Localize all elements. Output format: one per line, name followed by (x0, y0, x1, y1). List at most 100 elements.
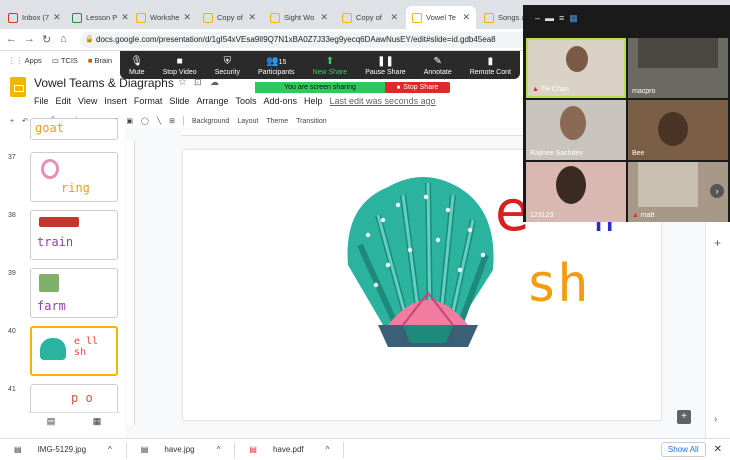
close-icon[interactable]: ✕ (248, 12, 256, 23)
close-icon[interactable]: ✕ (121, 12, 128, 23)
url-input[interactable]: 🔒 docs.google.com/presentation/d/1gI54xVE… (80, 32, 530, 48)
pdf-file-icon: ▤ (249, 445, 257, 454)
chevron-up-icon[interactable]: ^ (217, 445, 221, 454)
restore-icon[interactable]: ▬ (545, 13, 554, 29)
close-icon[interactable]: ✕ (320, 12, 328, 23)
participant-face (658, 112, 688, 146)
participants-button[interactable]: 👥15 Participants (258, 56, 295, 76)
google-slides-logo-icon[interactable] (10, 77, 26, 97)
file-image-icon: ▤ (14, 445, 22, 454)
downloads-bar: ▤ IMG-5129.jpg ^ ▤ have.jpg ^ ▤ have.pdf ^ Sho… (0, 438, 730, 460)
close-icon[interactable]: ✕ (714, 444, 722, 455)
shape-icon[interactable]: ◯ (141, 117, 149, 125)
slides-icon (484, 12, 494, 23)
add-icon[interactable]: + (714, 236, 721, 250)
mute-button[interactable]: 🎙 Mute (129, 56, 145, 76)
minimize-icon[interactable]: – (535, 13, 540, 29)
comment-icon[interactable]: ⊞ (169, 117, 175, 125)
stop-video-button[interactable]: ■ Stop Video (163, 56, 197, 76)
annotate-button[interactable]: ✎ Annotate (424, 56, 452, 76)
home-icon[interactable]: ⌂ (60, 33, 67, 45)
line-icon[interactable]: ╲ (157, 117, 161, 125)
explore-button[interactable]: + (677, 410, 691, 424)
transition-button[interactable]: Transition (296, 118, 326, 125)
gallery-controls: – ▬ ≡ ▦ (523, 5, 730, 37)
background-button[interactable]: Background (192, 118, 229, 125)
reload-icon[interactable]: ↻ (42, 33, 51, 46)
video-tile-macpro[interactable]: macpro (628, 38, 728, 98)
slide-thumb-40[interactable]: e ll sh (30, 326, 118, 376)
show-all-button[interactable]: Show All (660, 442, 706, 457)
slides-icon (270, 12, 280, 23)
view-switcher: ▤ ▦ (28, 412, 120, 430)
tab-sight-words[interactable]: Sight Wo ✕ (264, 6, 334, 29)
room-background (638, 38, 718, 68)
tab-copy-1[interactable]: Copy of ✕ (197, 6, 262, 29)
video-tile-bee[interactable]: Bee (628, 100, 728, 160)
close-icon[interactable]: ✕ (183, 12, 191, 23)
bookmark-apps[interactable]: ⋮⋮ Apps (8, 56, 42, 65)
last-edit-link[interactable]: Last edit was seconds ago (330, 96, 436, 106)
video-tile-matt[interactable]: ▲ matt › (628, 162, 728, 222)
close-icon[interactable]: ✕ (390, 12, 398, 23)
menu-help[interactable]: Help (304, 96, 323, 106)
slides-icon (412, 12, 422, 23)
menu-arrange[interactable]: Arrange (196, 96, 228, 106)
divider (182, 116, 184, 126)
slide-thumb-37[interactable]: ring (30, 152, 118, 202)
zoom-gallery-view: – ▬ ≡ ▦ ▲ TH Chan macpro Rajinee Sachdev… (523, 5, 730, 222)
share-arrow-icon: ⬆ (325, 56, 335, 67)
tab-inbox[interactable]: Inbox (7 ✕ (2, 6, 64, 29)
video-tile-th-chan[interactable]: ▲ TH Chan (526, 38, 626, 98)
video-tile-123123[interactable]: 123123 (526, 162, 626, 222)
menu-addons[interactable]: Add-ons (263, 96, 297, 106)
menu-icon[interactable]: ≡ (559, 13, 564, 29)
grid-view-icon[interactable]: ▦ (569, 13, 578, 29)
video-tile-rajinee[interactable]: Rajinee Sachdev (526, 100, 626, 160)
download-item[interactable]: ▤ IMG-5129.jpg ^ (0, 441, 127, 458)
menu-slide[interactable]: Slide (169, 96, 189, 106)
menu-edit[interactable]: Edit (56, 96, 72, 106)
tab-vowel-teams[interactable]: Vowel Te ✕ (406, 6, 476, 29)
theme-button[interactable]: Theme (266, 118, 288, 125)
tab-lesson[interactable]: Lesson P ✕ (66, 6, 128, 29)
bookmark-tcis[interactable]: ▭ TCIS (52, 56, 78, 65)
pause-share-button[interactable]: ❚❚ Pause Share (365, 56, 405, 76)
grid-view-icon[interactable]: ▦ (93, 416, 102, 427)
menu-file[interactable]: File (34, 96, 49, 106)
bookmark-brain[interactable]: ■ Brain (88, 56, 112, 65)
slide-thumb-38[interactable]: train (30, 210, 118, 260)
chevron-up-icon[interactable]: ^ (326, 445, 330, 454)
undo-icon[interactable]: ↶ (22, 117, 28, 125)
layout-button[interactable]: Layout (237, 118, 258, 125)
back-icon[interactable]: ← (6, 33, 17, 45)
menu-tools[interactable]: Tools (235, 96, 256, 106)
download-item[interactable]: ▤ have.pdf ^ (235, 441, 345, 458)
screen-sharing-banner: You are screen sharing ■ Stop Share (255, 82, 450, 93)
menu-format[interactable]: Format (134, 96, 163, 106)
chevron-right-icon[interactable]: › (714, 414, 717, 425)
tab-songs[interactable]: Songs a (478, 6, 523, 29)
tab-worksheet[interactable]: Workshe ✕ (130, 6, 195, 29)
drive-icon (72, 12, 82, 23)
filmstrip-view-icon[interactable]: ▤ (47, 416, 56, 427)
tab-copy-2[interactable]: Copy of ✕ (336, 6, 404, 29)
forward-icon[interactable]: → (24, 33, 35, 45)
slide-thumb-41[interactable]: p o (30, 384, 118, 414)
remote-control-button[interactable]: ▮ Remote Cont (470, 56, 511, 76)
close-icon[interactable]: ✕ (53, 12, 61, 23)
new-share-button[interactable]: ⬆ New Share (313, 56, 348, 76)
new-slide-icon[interactable]: + (10, 118, 14, 125)
next-page-icon[interactable]: › (710, 184, 724, 198)
slide-thumb-39[interactable]: farm (30, 268, 118, 318)
slide-thumb-36[interactable]: goat (30, 118, 118, 140)
stop-share-button[interactable]: ■ Stop Share (385, 82, 450, 93)
chevron-up-icon[interactable]: ^ (108, 445, 112, 454)
download-item[interactable]: ▤ have.jpg ^ (127, 441, 236, 458)
image-icon[interactable]: ▣ (126, 117, 133, 125)
ring-image (41, 159, 59, 179)
close-icon[interactable]: ✕ (462, 12, 470, 23)
menu-insert[interactable]: Insert (104, 96, 127, 106)
menu-view[interactable]: View (78, 96, 97, 106)
security-button[interactable]: ⛨ Security (215, 56, 240, 76)
